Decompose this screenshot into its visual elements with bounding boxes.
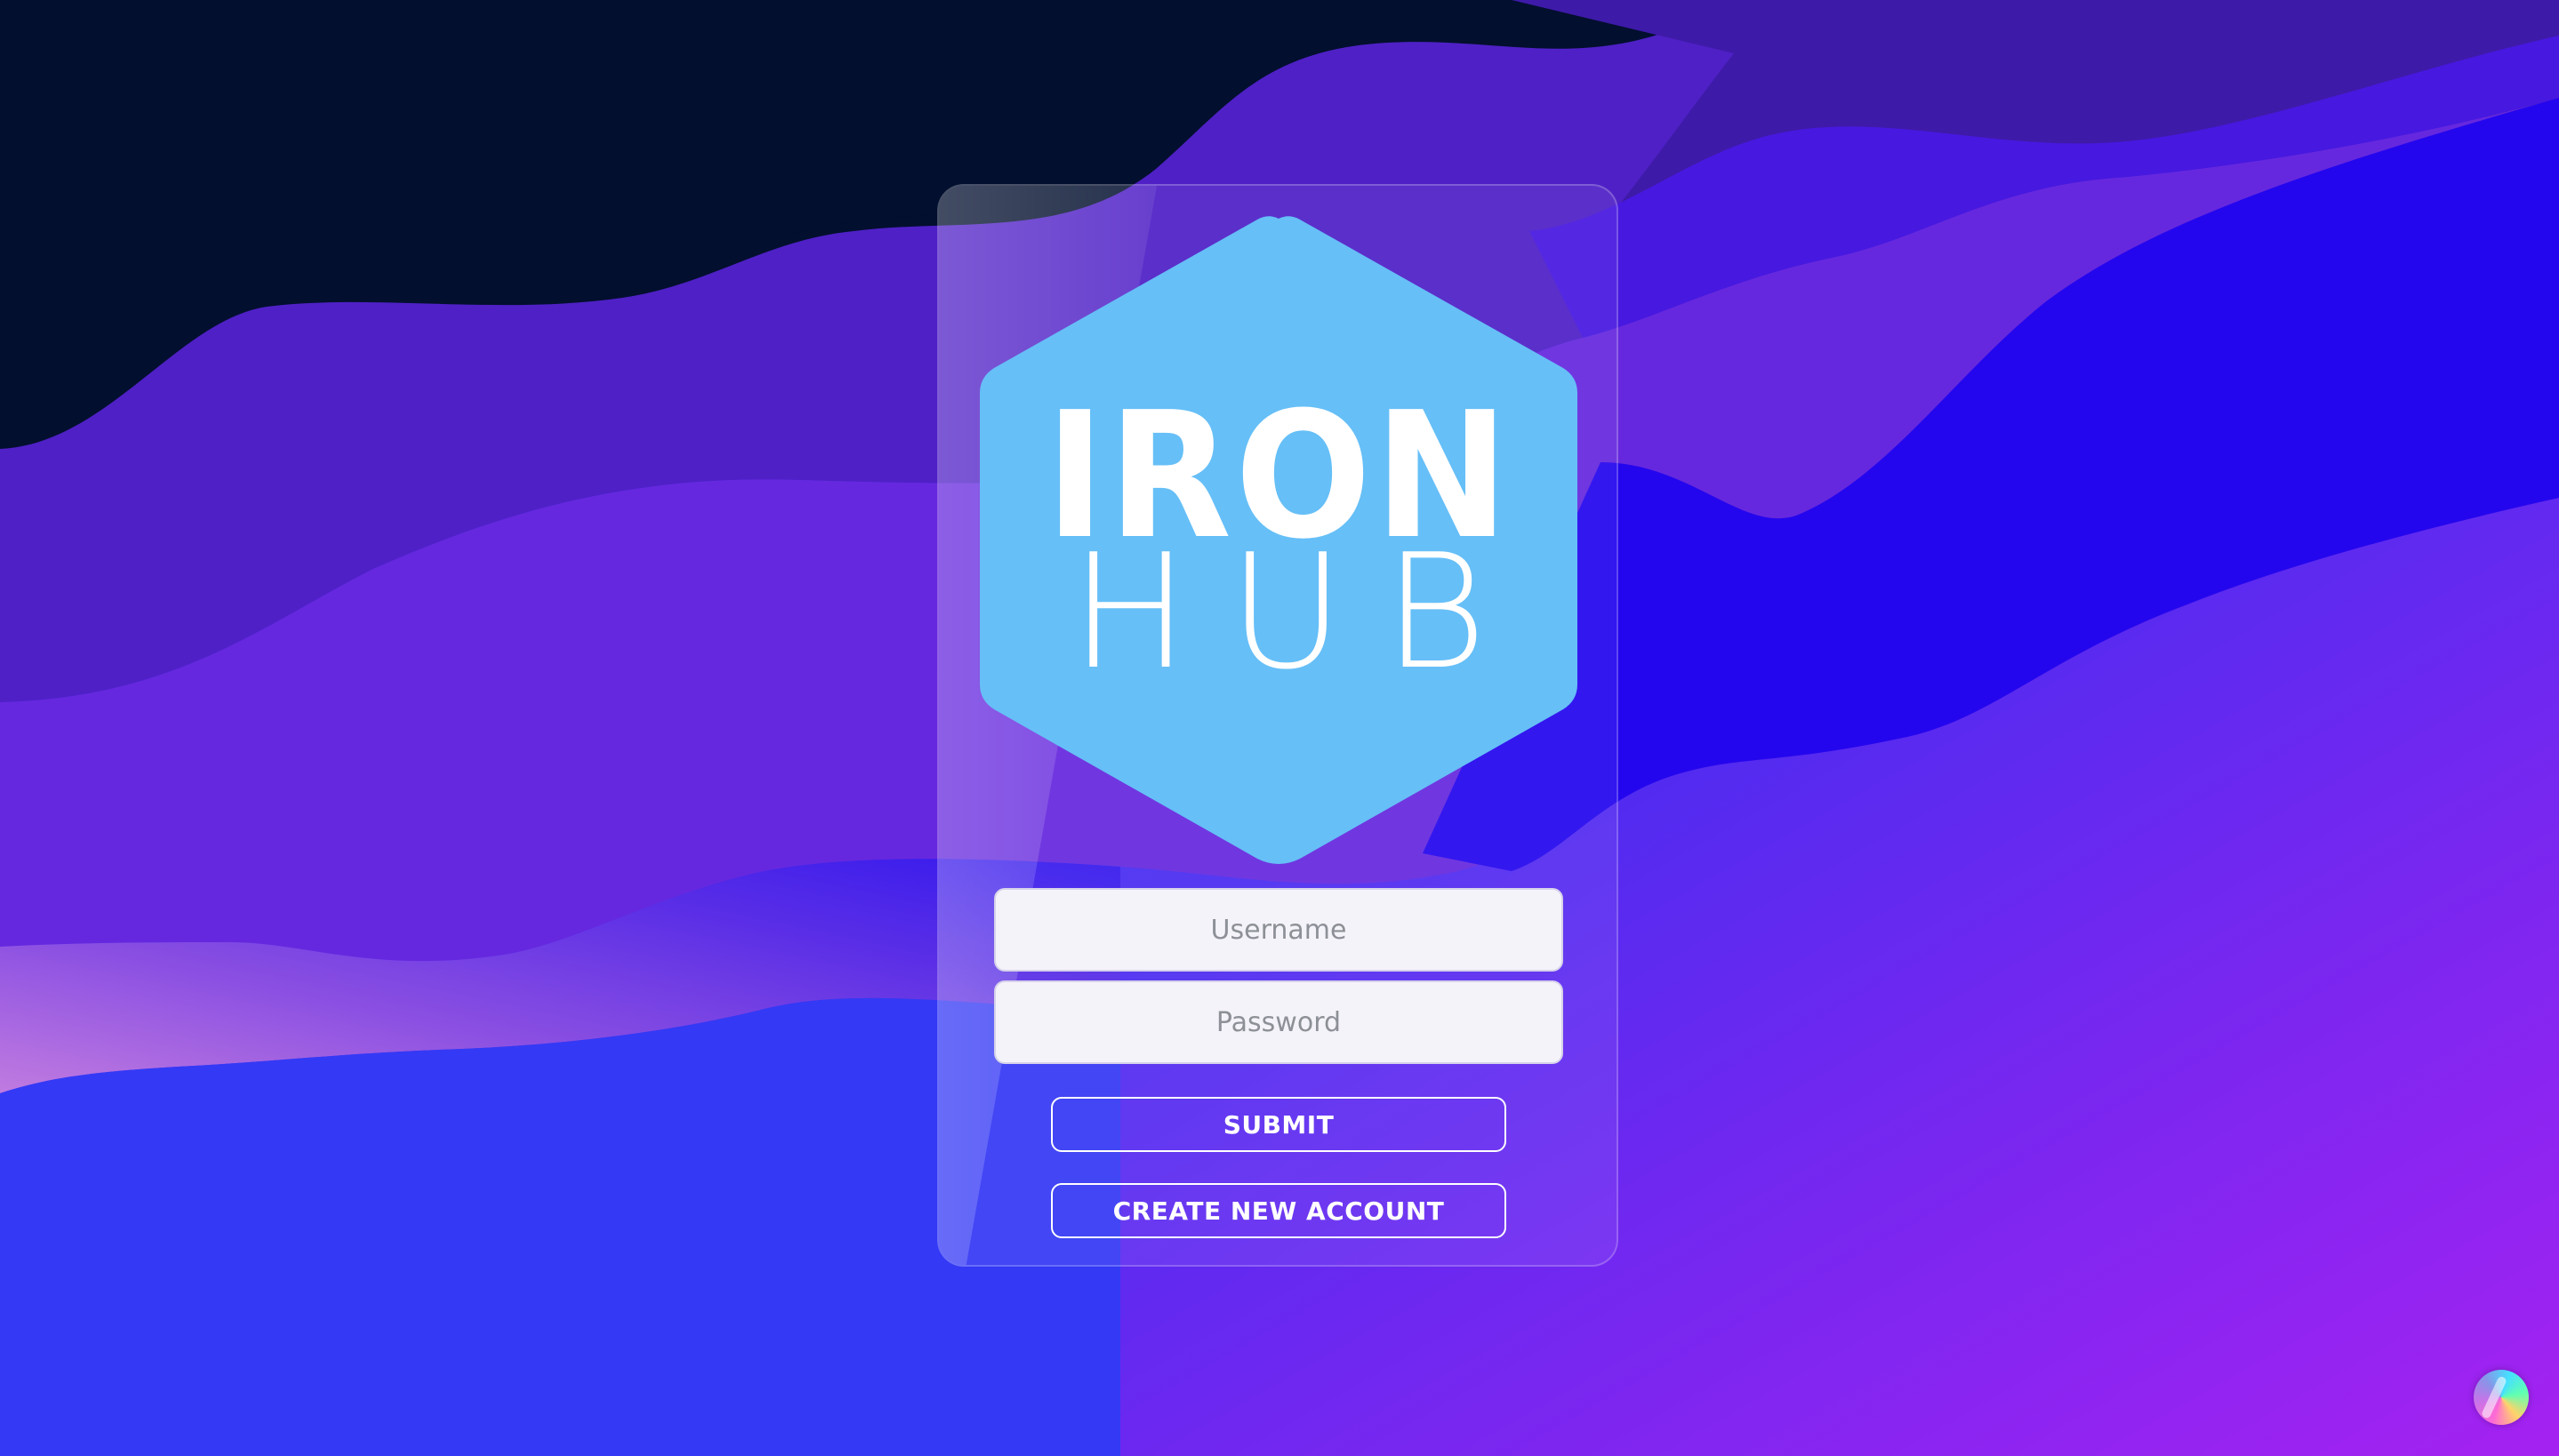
color-orb-icon[interactable] [2474,1370,2529,1425]
ironhub-logo: IRON HUB [976,212,1581,866]
create-account-button[interactable]: CREATE NEW ACCOUNT [1051,1183,1506,1238]
submit-button[interactable]: SUBMIT [1051,1097,1506,1152]
password-input[interactable] [994,980,1563,1064]
logo-text-hub: HUB [1070,520,1527,704]
username-input[interactable] [994,888,1563,972]
login-screen: IRON HUB SUBMIT CREATE NEW ACCOUNT [0,0,2559,1456]
